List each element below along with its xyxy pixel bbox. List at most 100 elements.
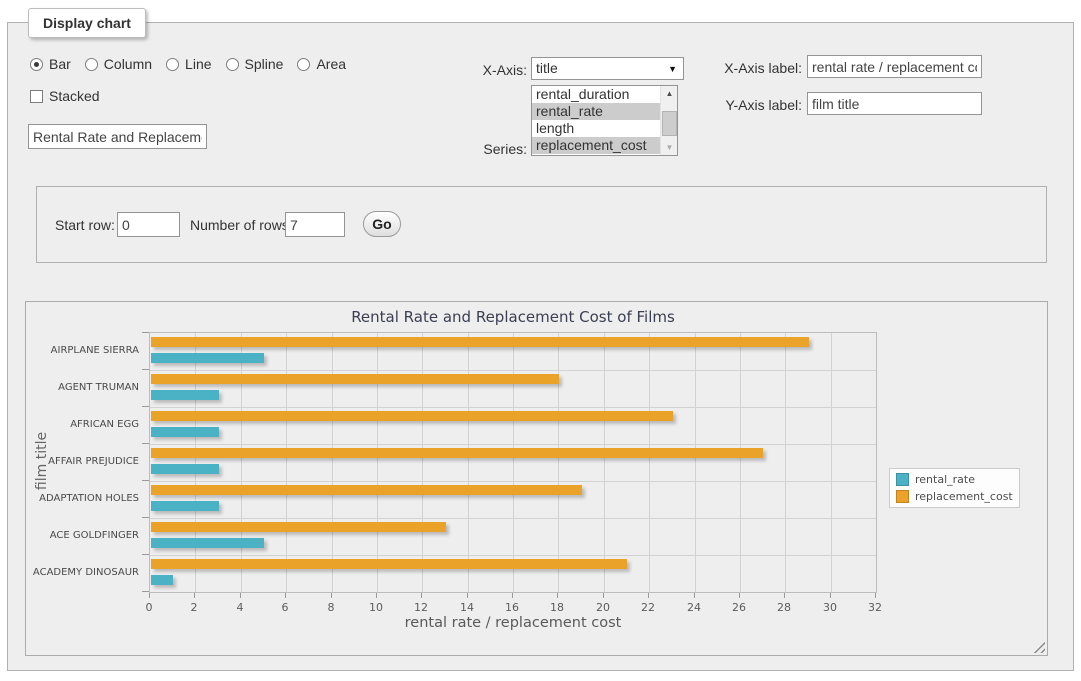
gridline [604,333,605,592]
x-tick-mark [194,593,195,598]
gridline [468,333,469,592]
go-button[interactable]: Go [363,211,401,237]
bar-replacement_cost [151,411,673,421]
x-tick-label: 26 [724,601,754,614]
series-option-rental_duration[interactable]: rental_duration [532,86,661,103]
x-tick-label: 16 [497,601,527,614]
radio-area[interactable] [297,58,310,71]
category-label: ACADEMY DINOSAUR [33,567,139,578]
chart-plot-area [149,332,877,593]
gridline [241,333,242,592]
bar-rental_rate [151,464,219,474]
x-tick-label: 28 [769,601,799,614]
category-label: AFFAIR PREJUDICE [48,456,139,467]
x-tick-label: 8 [316,601,346,614]
gridline [785,333,786,592]
panel-title: Display chart [28,8,146,38]
chart-container: Rental Rate and Replacement Cost of Film… [25,301,1048,656]
start-row-input[interactable] [117,212,180,237]
legend-item-rental_rate: rental_rate [896,473,1013,486]
category-label: ACE GOLDFINGER [50,530,139,541]
resize-handle-icon[interactable] [1033,641,1045,653]
radio-label-column: Column [104,56,152,72]
x-tick-mark [875,593,876,598]
y-tick-mark [142,369,149,370]
page: Display chart BarColumnLineSplineArea St… [0,0,1081,681]
scroll-down-icon[interactable]: ▼ [661,140,678,155]
chart-title-input[interactable] [28,124,207,149]
x-axis-label-input[interactable] [807,55,982,78]
x-tick-mark [376,593,377,598]
radio-label-bar: Bar [49,56,71,72]
x-tick-mark [694,593,695,598]
y-axis-label-input[interactable] [807,92,982,115]
x-axis-title: rental rate / replacement cost [149,615,877,631]
x-tick-label: 22 [633,601,663,614]
x-tick-label: 12 [406,601,436,614]
x-tick-label: 0 [134,601,164,614]
y-tick-mark [142,554,149,555]
series-option-rental_rate[interactable]: rental_rate [532,103,661,120]
radio-bar[interactable] [30,58,43,71]
x-axis-select[interactable]: title ▼ [531,57,684,80]
gridline [286,333,287,592]
y-tick-mark [142,332,149,333]
series-option-replacement_cost[interactable]: replacement_cost [532,137,661,154]
gridline [332,333,333,592]
bar-replacement_cost [151,448,763,458]
radio-label-spline: Spline [245,56,284,72]
chart-legend: rental_rate replacement_cost [889,468,1020,508]
stacked-checkbox[interactable] [30,90,43,103]
bar-replacement_cost [151,374,559,384]
category-label: AIRPLANE SIERRA [51,345,139,356]
x-tick-label: 20 [588,601,618,614]
chevron-down-icon: ▼ [668,64,677,74]
legend-label: rental_rate [915,473,975,486]
x-tick-label: 14 [452,601,482,614]
x-tick-mark [421,593,422,598]
legend-swatch-replacement_cost [896,490,909,503]
series-listbox[interactable]: rental_durationrental_ratelengthreplacem… [531,85,678,156]
y-tick-mark [142,443,149,444]
radio-column[interactable] [85,58,98,71]
gridline [195,333,196,592]
bar-replacement_cost [151,485,582,495]
legend-swatch-rental_rate [896,473,909,486]
series-option-length[interactable]: length [532,120,661,137]
category-label: ADAPTATION HOLES [39,493,139,504]
x-tick-mark [648,593,649,598]
scroll-up-icon[interactable]: ▲ [661,86,678,101]
x-tick-mark [784,593,785,598]
row-range-panel [36,186,1047,263]
y-tick-mark [142,517,149,518]
x-tick-mark [739,593,740,598]
number-of-rows-input[interactable] [285,212,345,237]
stacked-row: Stacked [30,88,100,104]
legend-item-replacement_cost: replacement_cost [896,490,1013,503]
legend-label: replacement_cost [915,490,1013,503]
x-tick-mark [603,593,604,598]
gridline [150,518,876,519]
x-axis-label-field-label: X-Axis label: [680,60,802,76]
listbox-scrollbar[interactable]: ▲ ▼ [660,86,677,155]
category-label: AGENT TRUMAN [58,382,139,393]
category-label: AFRICAN EGG [70,419,139,430]
x-axis-selected-value: title [536,60,558,76]
bar-rental_rate [151,501,219,511]
gridline [649,333,650,592]
bar-rental_rate [151,390,219,400]
number-of-rows-label: Number of rows: [190,217,293,233]
radio-spline[interactable] [226,58,239,71]
scrollbar-thumb[interactable] [662,111,677,136]
bar-replacement_cost [151,522,446,532]
gridline [150,555,876,556]
chart-type-radio-group: BarColumnLineSplineArea [30,56,354,72]
series-options: rental_durationrental_ratelengthreplacem… [532,86,677,154]
radio-line[interactable] [166,58,179,71]
x-tick-label: 30 [815,601,845,614]
x-tick-label: 4 [225,601,255,614]
gridline [150,481,876,482]
x-tick-label: 6 [270,601,300,614]
bar-rental_rate [151,538,264,548]
gridline [513,333,514,592]
